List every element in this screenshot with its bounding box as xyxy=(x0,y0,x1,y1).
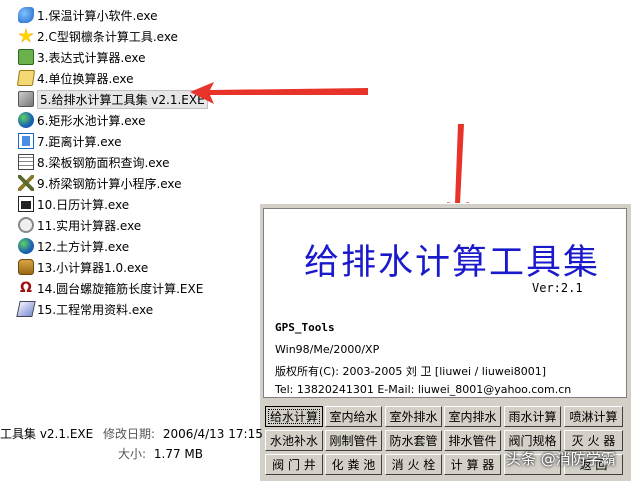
star-icon xyxy=(18,28,34,43)
contact-text: Tel: 13820241301 E-Mail: liuwei_8001@yah… xyxy=(275,383,572,396)
disk-icon xyxy=(16,301,36,317)
file-item[interactable]: 7.距离计算.exe xyxy=(18,132,122,150)
platforms-text: Win98/Me/2000/XP xyxy=(275,343,380,356)
tank-refill-button[interactable]: 水池补水 xyxy=(265,430,323,451)
file-name: 2.C型钢檩条计算工具.exe xyxy=(37,29,178,44)
file-name: 5.给排水计算工具集 v2.1.EXE xyxy=(37,89,208,109)
size-label: 大小: xyxy=(118,447,147,461)
modified-value: 2006/4/13 17:15 xyxy=(162,427,263,441)
file-name: 13.小计算器1.0.exe xyxy=(37,260,149,275)
file-name: 3.表达式计算器.exe xyxy=(37,50,146,65)
drain-fittings-button[interactable]: 排水管件 xyxy=(444,430,501,451)
details-pane: 工具集 v2.1.EXE 修改日期: 2006/4/13 17:15 xyxy=(0,425,263,442)
rainwater-calc-button[interactable]: 雨水计算 xyxy=(504,406,561,427)
file-item[interactable]: 2.C型钢檩条计算工具.exe xyxy=(18,27,178,45)
valve-well-button[interactable]: 阀 门 井 xyxy=(265,454,323,475)
sprinkler-calc-button[interactable]: 喷淋计算 xyxy=(564,406,623,427)
size-value: 1.77 MB xyxy=(153,447,203,461)
globe-icon xyxy=(18,112,34,128)
file-item[interactable]: 10.日历计算.exe xyxy=(18,195,129,213)
globe-icon xyxy=(18,238,34,254)
file-name: 15.工程常用资料.exe xyxy=(37,302,154,317)
file-name: 8.梁板钢筋面积查询.exe xyxy=(37,155,170,170)
tool-icon xyxy=(18,91,34,107)
steel-fittings-button[interactable]: 刚制管件 xyxy=(325,430,382,451)
file-name: 14.圆台螺旋箍筋长度计算.EXE xyxy=(37,281,204,296)
file-name: 1.保温计算小软件.exe xyxy=(37,8,158,23)
water-supply-calc-button[interactable]: 给水计算 xyxy=(265,406,323,427)
grid-icon xyxy=(18,154,34,170)
file-name: 9.桥梁钢筋计算小程序.exe xyxy=(37,176,182,191)
app-title: 给排水计算工具集 xyxy=(304,243,601,283)
calculator-icon xyxy=(18,49,34,65)
file-name: 10.日历计算.exe xyxy=(37,197,130,212)
indoor-supply-button[interactable]: 室内给水 xyxy=(325,406,382,427)
septic-tank-button[interactable]: 化 粪 池 xyxy=(325,454,382,475)
folder-icon xyxy=(16,70,36,86)
watermark: 头条 @消防学霸 xyxy=(506,450,616,468)
copyright-text: 版权所有(C): 2003-2005 刘 卫 [liuwei / liuwei8… xyxy=(275,365,546,378)
fire-hydrant-button[interactable]: 消 火 栓 xyxy=(385,454,442,475)
file-name: 6.矩形水池计算.exe xyxy=(37,113,146,128)
waterproof-sleeve-button[interactable]: 防水套管 xyxy=(385,430,442,451)
file-item[interactable]: 1.保温计算小软件.exe xyxy=(18,6,158,24)
bird-icon xyxy=(18,7,34,23)
jar-icon xyxy=(18,259,34,275)
arrow-annotation-horizontal xyxy=(190,82,368,104)
file-item[interactable]: Ω 14.圆台螺旋箍筋长度计算.EXE xyxy=(18,279,203,297)
calculator-button[interactable]: 计 算 器 xyxy=(444,454,501,475)
details-file-name: 工具集 v2.1.EXE xyxy=(0,427,94,441)
file-item[interactable]: 6.矩形水池计算.exe xyxy=(18,111,146,129)
ring-icon xyxy=(18,217,34,233)
file-name: 12.土方计算.exe xyxy=(37,239,130,254)
app-id: GPS_Tools xyxy=(275,321,335,334)
modified-label: 修改日期: xyxy=(103,427,156,441)
version-label: Ver:2.1 xyxy=(532,281,583,295)
calendar-icon xyxy=(18,196,34,212)
file-item[interactable]: 4.单位换算器.exe xyxy=(16,69,134,87)
file-item-selected[interactable]: 5.给排水计算工具集 v2.1.EXE xyxy=(18,89,208,109)
file-item[interactable]: 15.工程常用资料.exe xyxy=(16,300,154,318)
file-name: 7.距离计算.exe xyxy=(37,134,122,149)
file-item[interactable]: 9.桥梁钢筋计算小程序.exe xyxy=(18,174,182,192)
book-icon xyxy=(18,133,34,149)
details-size: 大小: 1.77 MB xyxy=(118,445,203,462)
file-name: 11.实用计算器.exe xyxy=(37,218,142,233)
file-item[interactable]: 12.土方计算.exe xyxy=(18,237,129,255)
file-item[interactable]: 8.梁板钢筋面积查询.exe xyxy=(18,153,170,171)
file-item[interactable]: 11.实用计算器.exe xyxy=(18,216,141,234)
omega-icon: Ω xyxy=(20,280,32,296)
file-item[interactable]: 3.表达式计算器.exe xyxy=(18,48,146,66)
file-name: 4.单位换算器.exe xyxy=(37,71,134,86)
indoor-drain-button[interactable]: 室内排水 xyxy=(444,406,501,427)
file-item[interactable]: 13.小计算器1.0.exe xyxy=(18,258,148,276)
crossed-tools-icon xyxy=(18,175,34,191)
outdoor-drain-button[interactable]: 室外排水 xyxy=(385,406,442,427)
